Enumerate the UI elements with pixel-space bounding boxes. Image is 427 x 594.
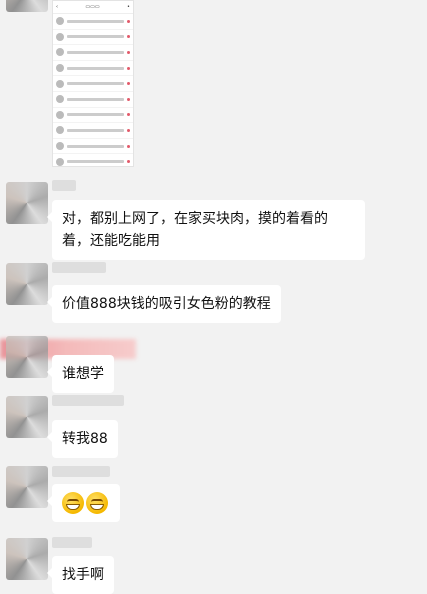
grin-emoji-icon [62,492,84,514]
list-item [53,76,133,92]
message-text: 找手啊 [62,567,104,583]
more-icon: • [127,4,130,10]
grin-emoji-icon [86,492,108,514]
message-bubble[interactable]: 对，都别上网了，在家买块肉，摸的着看的着，还能吃能用 [47,200,365,260]
screenshot-header: ‹ ▭▭▭ • [53,1,133,14]
message-text: 转我88 [62,431,108,447]
message-bubble[interactable]: 找手啊 [47,556,114,594]
sender-name [52,395,124,406]
list-item [53,108,133,124]
avatar[interactable] [6,538,48,580]
sender-name [52,180,76,191]
sender-name [52,537,92,548]
avatar[interactable] [6,466,48,508]
chat-list-screenshot-image[interactable]: ‹ ▭▭▭ • [52,0,134,167]
back-icon: ‹ [56,4,58,10]
list-item [53,92,133,108]
list-item [53,123,133,139]
list-item [53,154,133,166]
list-item [53,139,133,155]
message-text: 谁想学 [62,366,104,382]
message-text: 价值888块钱的吸引女色粉的教程 [62,296,271,312]
avatar[interactable] [6,336,48,378]
message-bubble[interactable]: 😁😁 [47,484,120,522]
avatar[interactable] [6,182,48,224]
screenshot-title: ▭▭▭ [85,4,100,10]
message-bubble[interactable]: 转我88 [47,420,118,458]
message-text: 对，都别上网了，在家买块肉，摸的着看的着，还能吃能用 [62,211,328,249]
avatar[interactable] [6,263,48,305]
list-item [53,45,133,61]
sender-name [52,466,110,477]
avatar[interactable] [6,396,48,438]
message-bubble[interactable]: 谁想学 [47,355,114,393]
list-item [53,14,133,30]
sender-name [52,262,106,273]
list-item [53,61,133,77]
message-bubble[interactable]: 价值888块钱的吸引女色粉的教程 [47,285,281,323]
avatar[interactable] [6,0,48,12]
list-item [53,30,133,46]
